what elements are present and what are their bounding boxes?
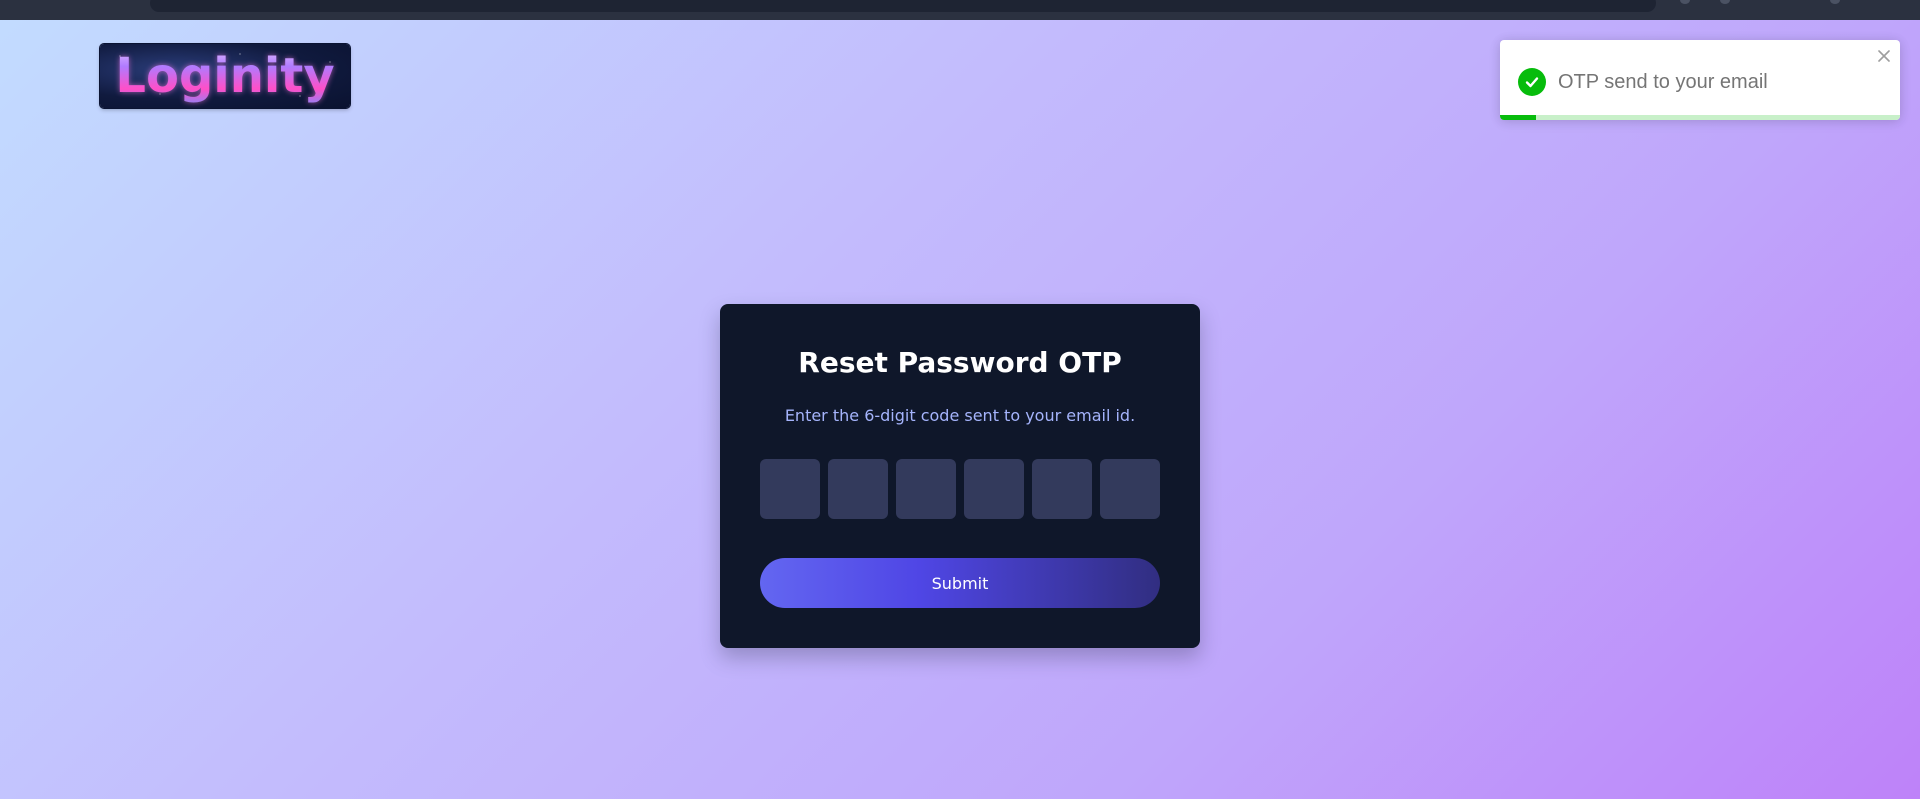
otp-digit-6[interactable] <box>1100 459 1160 519</box>
otp-input-group <box>760 459 1160 519</box>
close-icon[interactable] <box>1876 48 1892 64</box>
toolbar-icon[interactable] <box>1680 0 1690 4</box>
check-circle-icon <box>1518 68 1546 96</box>
otp-digit-3[interactable] <box>896 459 956 519</box>
toolbar-icon[interactable] <box>1830 0 1840 4</box>
toolbar-icon[interactable] <box>1720 0 1730 4</box>
browser-top-strip <box>0 0 1920 20</box>
otp-digit-1[interactable] <box>760 459 820 519</box>
toast-progress-bar <box>1500 115 1536 120</box>
toast-message: OTP send to your email <box>1558 70 1768 93</box>
logo-text: Loginity <box>100 44 350 108</box>
otp-digit-2[interactable] <box>828 459 888 519</box>
browser-address-bar[interactable] <box>150 0 1656 12</box>
browser-toolbar-icons <box>1680 0 1900 6</box>
loginity-logo[interactable]: Loginity <box>100 44 350 108</box>
card-title: Reset Password OTP <box>798 346 1122 379</box>
otp-digit-5[interactable] <box>1032 459 1092 519</box>
toast-progress-track <box>1500 115 1900 120</box>
otp-digit-4[interactable] <box>964 459 1024 519</box>
card-subtitle: Enter the 6-digit code sent to your emai… <box>784 406 1136 425</box>
submit-button[interactable]: Submit <box>760 558 1160 608</box>
success-toast: OTP send to your email <box>1500 40 1900 120</box>
reset-otp-card: Reset Password OTP Enter the 6-digit cod… <box>720 304 1200 648</box>
